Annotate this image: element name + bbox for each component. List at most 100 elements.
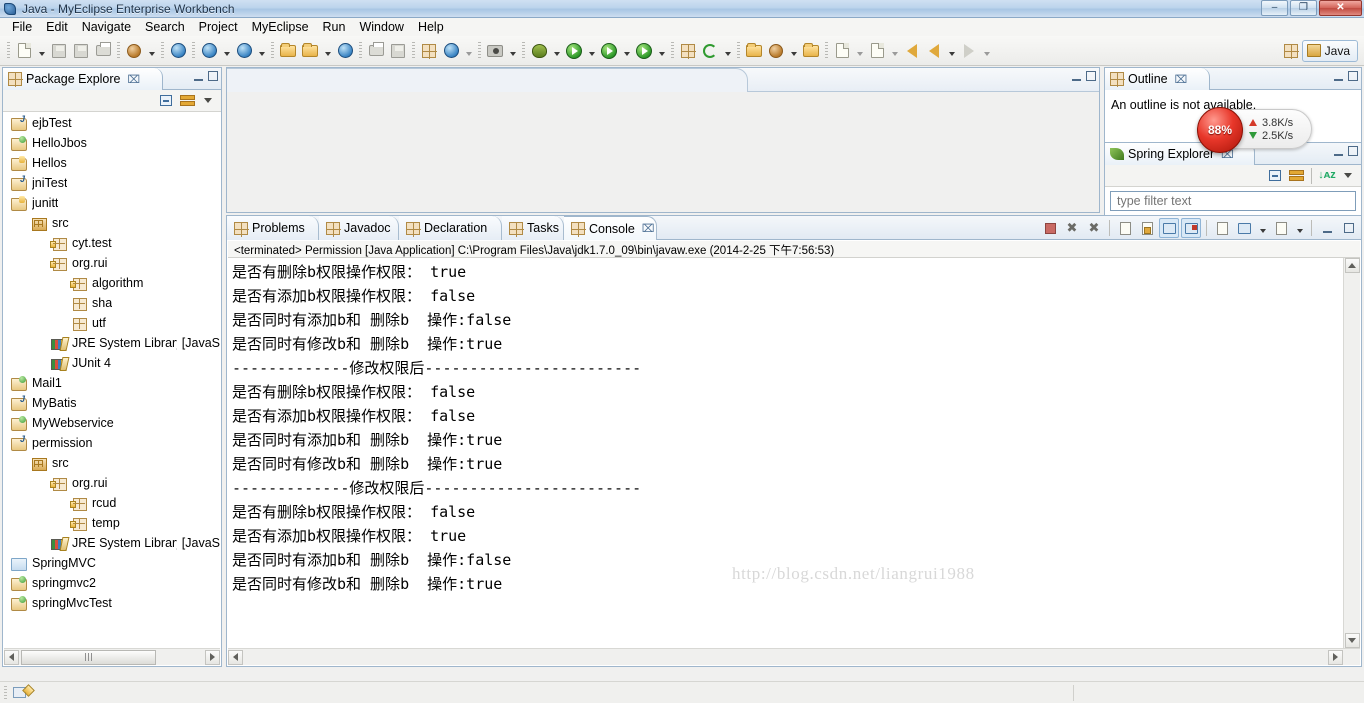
tree-item[interactable]: src (4, 453, 220, 473)
run-history-dropdown[interactable] (620, 40, 633, 62)
server-button[interactable] (167, 40, 189, 62)
collapse-all-button[interactable] (157, 92, 175, 110)
new-dropdown[interactable] (35, 40, 48, 62)
toolbar-grip-9[interactable] (522, 41, 525, 60)
show-console-on-output-button[interactable] (1159, 218, 1179, 238)
tree-item[interactable]: cyt.test (4, 233, 220, 253)
minimize-icon[interactable] (1334, 72, 1343, 81)
toolbar-grip-10[interactable] (671, 41, 674, 60)
browser-button[interactable] (334, 40, 356, 62)
tree-item[interactable]: sha (4, 293, 220, 313)
save-button[interactable] (48, 40, 70, 62)
console-hscrollbar[interactable] (228, 648, 1360, 665)
refresh-build-button[interactable] (387, 40, 409, 62)
toolbar-grip-12[interactable] (825, 41, 828, 60)
scroll-lock-button[interactable] (1137, 218, 1157, 238)
tree-item[interactable]: JUnit 4 (4, 353, 220, 373)
tree-item[interactable]: src (4, 213, 220, 233)
refresh-button[interactable] (699, 40, 721, 62)
tree-item[interactable]: org.rui (4, 253, 220, 273)
view-menu-button[interactable] (199, 92, 217, 110)
export-button[interactable] (299, 40, 321, 62)
run-button[interactable] (563, 40, 585, 62)
minimize-icon[interactable] (1072, 72, 1081, 81)
back-dropdown[interactable] (945, 40, 958, 62)
tree-item[interactable]: JRE System Library [JavaS (4, 533, 220, 553)
tree-item[interactable]: Mail1 (4, 373, 220, 393)
next-annotation-button[interactable] (831, 40, 853, 62)
tree-item[interactable]: MyBatis (4, 393, 220, 413)
prev-annotation-button[interactable] (866, 40, 888, 62)
restore-button[interactable]: ❐ (1290, 0, 1317, 16)
open-console-button[interactable] (1271, 218, 1291, 238)
menu-item-project[interactable]: Project (192, 19, 245, 35)
tree-item[interactable]: rcud (4, 493, 220, 513)
tree-item[interactable]: HelloJbos (4, 133, 220, 153)
tree-item[interactable]: permission (4, 433, 220, 453)
report-button[interactable] (418, 40, 440, 62)
toolbar-grip-6[interactable] (359, 41, 362, 60)
run-dropdown[interactable] (585, 40, 598, 62)
tab-tasks[interactable]: Tasks (502, 216, 564, 240)
tree-item[interactable]: MyWebservice (4, 413, 220, 433)
remove-all-button[interactable]: ✖ (1084, 218, 1104, 238)
terminate-button[interactable] (1040, 218, 1060, 238)
tab-problems[interactable]: Problems (227, 216, 319, 240)
import-button[interactable] (277, 40, 299, 62)
web-preview-button[interactable] (440, 40, 462, 62)
maximize-icon[interactable] (1348, 146, 1358, 156)
print-button[interactable] (92, 40, 114, 62)
scroll-right-button[interactable] (1328, 649, 1343, 665)
tree-item[interactable]: algorithm (4, 273, 220, 293)
back-button[interactable] (923, 40, 945, 62)
tree-item[interactable]: springMvcTest (4, 593, 220, 613)
toolbar-grip-4[interactable] (192, 41, 195, 60)
next-annotation-dropdown[interactable] (853, 40, 866, 62)
open-perspective-button[interactable] (1280, 40, 1302, 62)
new-wizard-dropdown[interactable] (220, 40, 233, 62)
pin-console-button[interactable] (1212, 218, 1232, 238)
menu-item-navigate[interactable]: Navigate (75, 19, 138, 35)
scroll-down-button[interactable] (1344, 633, 1360, 648)
minimize-button[interactable]: – (1261, 0, 1288, 16)
sort-button[interactable]: ↓ᴀᴢ (1318, 167, 1336, 185)
menu-item-edit[interactable]: Edit (39, 19, 75, 35)
link-with-editor-button[interactable] (178, 92, 196, 110)
tab-package-explorer[interactable]: Package Explore ⌧ (3, 68, 163, 90)
refresh-dropdown[interactable] (721, 40, 734, 62)
menu-item-run[interactable]: Run (316, 19, 353, 35)
tree-item[interactable]: org.rui (4, 473, 220, 493)
scroll-up-button[interactable] (1344, 258, 1360, 273)
scroll-left-button[interactable] (4, 649, 19, 665)
deploy-button[interactable] (123, 40, 145, 62)
search-button[interactable] (765, 40, 787, 62)
tree-item[interactable]: Hellos (4, 153, 220, 173)
forward-button[interactable] (958, 40, 980, 62)
link-with-editor-button[interactable] (1287, 167, 1305, 185)
search-dropdown[interactable] (787, 40, 800, 62)
open-console-dropdown[interactable] (1293, 217, 1306, 239)
run-coverage-button[interactable] (633, 40, 655, 62)
prev-annotation-dropdown[interactable] (888, 40, 901, 62)
package-explorer-tree[interactable]: ejbTestHelloJbosHellosjniTestjunittsrccy… (4, 113, 220, 649)
minimize-icon[interactable] (1334, 147, 1343, 156)
view-menu-button[interactable] (1339, 167, 1357, 185)
web-preview-dropdown[interactable] (462, 40, 475, 62)
debug-dropdown[interactable] (550, 40, 563, 62)
open-type-button[interactable] (233, 40, 255, 62)
tree-item[interactable]: SpringMVC (4, 553, 220, 573)
tree-item[interactable]: junitt (4, 193, 220, 213)
open-task-button[interactable] (800, 40, 822, 62)
new-package-button[interactable] (677, 40, 699, 62)
toolbar-grip-3[interactable] (161, 41, 164, 60)
open-resource-button[interactable] (743, 40, 765, 62)
network-speed-widget[interactable]: 88% 3.8K/s 2.5K/s (1197, 107, 1312, 153)
menu-item-file[interactable]: File (5, 19, 39, 35)
toolbar-grip-11[interactable] (737, 41, 740, 60)
perspective-java-button[interactable]: Java (1301, 39, 1358, 62)
maximize-console-button[interactable] (1339, 218, 1359, 238)
tree-item[interactable]: utf (4, 313, 220, 333)
toolbar-grip[interactable] (7, 41, 10, 60)
forward-dropdown[interactable] (980, 40, 993, 62)
show-console-on-error-button[interactable] (1181, 218, 1201, 238)
